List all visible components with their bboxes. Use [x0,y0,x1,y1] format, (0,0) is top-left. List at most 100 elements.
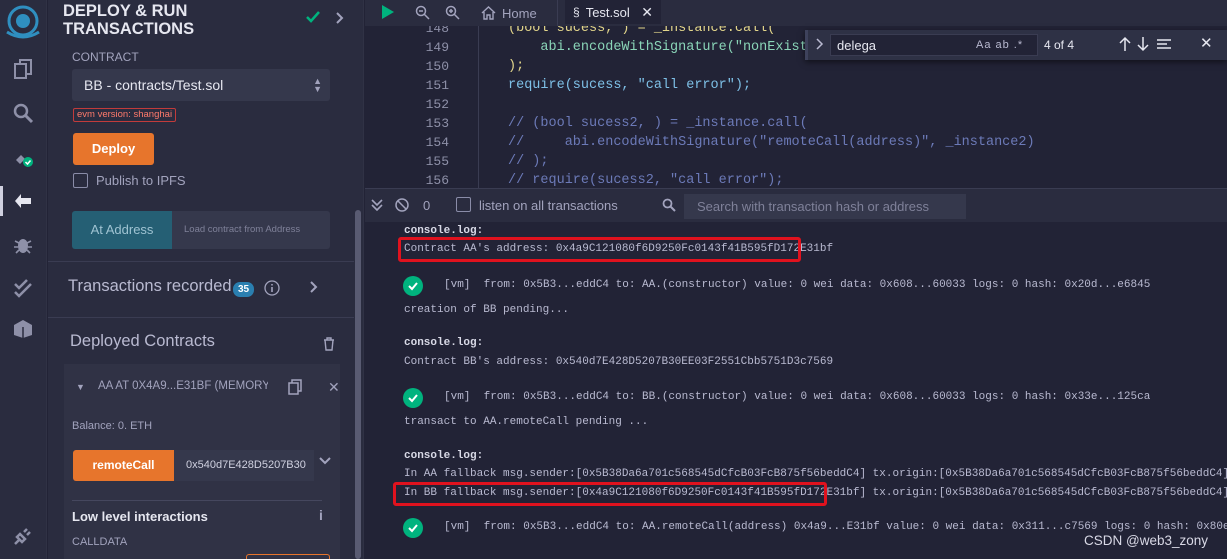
calldata-label: CALLDATA [72,536,128,548]
close-tab-icon[interactable]: ✕ [641,4,653,21]
find-widget: delega Aa ab .* 4 of 4 ✕ [805,30,1227,60]
settings-plug-icon[interactable] [8,521,38,551]
console-log-line: In AA fallback msg.sender:[0x5B38Da6a701… [404,468,1227,480]
pending-line: transact to AA.remoteCall pending ... [404,416,649,428]
transactions-count-badge: 35 [233,282,255,297]
line-number: 149 [425,40,449,55]
code-line: // abi.encodeWithSignature("remoteCall(a… [508,135,1035,150]
plugin-manager-icon[interactable] [8,313,38,343]
deploy-run-icon[interactable] [8,186,38,216]
highlight-box [398,237,801,262]
remote-call-input[interactable]: 0x540d7E428D5207B30 [174,450,314,481]
arrow-down-icon[interactable] [1136,36,1150,52]
remix-ide: DEPLOY & RUN TRANSACTIONS CONTRACT BB - … [0,0,1227,559]
evm-version-badge: evm version: shanghai [73,108,177,122]
code-line: (bool sucess, ) = _instance.call( [508,26,776,36]
find-in-selection-icon[interactable] [1156,38,1172,50]
debugger-icon[interactable] [8,229,38,259]
transact-button[interactable] [246,554,330,559]
collapse-icon[interactable] [371,199,383,211]
console-log-heading: console.log: [404,225,484,237]
copy-icon[interactable] [288,379,302,395]
success-icon [403,276,423,296]
tx-summary[interactable]: [vm] from: 0x5B3...eddC4 to: AA.(constru… [444,279,1150,291]
pending-line: creation of BB pending... [404,304,570,316]
tab-home[interactable]: Home [473,0,558,26]
contract-select-value: BB - contracts/Test.sol [84,77,224,93]
publish-ipfs-checkbox[interactable] [73,173,88,188]
line-number: 155 [425,154,449,169]
solidity-compiler-icon[interactable] [8,142,38,172]
chevron-down-icon[interactable]: ▼ [76,382,85,392]
remote-call-button[interactable]: remoteCall [73,450,174,481]
solidity-file-icon: § [573,5,580,19]
close-icon[interactable]: ✕ [328,379,340,396]
info-icon[interactable]: i [319,507,323,523]
contract-label: CONTRACT [72,50,139,64]
line-number: 154 [425,135,449,150]
terminal-search-input[interactable]: Search with transaction hash or address [684,194,966,219]
instance-name[interactable]: AA AT 0X4A9...E31BF (MEMORY) [98,380,268,392]
terminal-toolbar: 0 listen on all transactions Search with… [365,188,1227,222]
divider [48,317,354,318]
line-number: 156 [425,173,449,188]
success-icon [403,388,423,408]
tx-summary[interactable]: [vm] from: 0x5B3...eddC4 to: AA.remoteCa… [444,521,1227,533]
testing-icon[interactable] [8,273,38,303]
line-number: 153 [425,116,449,131]
code-line: // (bool sucess2, ) = _instance.call( [508,116,808,131]
chevron-right-icon[interactable] [310,281,318,293]
contract-select[interactable]: BB - contracts/Test.sol ▲ ▼ [72,69,330,101]
chevron-right-icon[interactable] [816,38,824,50]
clear-console-icon[interactable] [395,198,409,212]
balance-text: Balance: 0. ETH [72,420,153,432]
panel-title: DEPLOY & RUN TRANSACTIONS [63,2,195,38]
code-line: require(sucess, "call error"); [508,78,752,93]
editor-tabbar: Home § Test.sol ✕ [365,0,1227,26]
code-line: // require(sucess2, "call error"); [508,173,784,188]
file-explorer-icon[interactable] [8,54,38,84]
tab-test-sol[interactable]: § Test.sol ✕ [565,0,661,26]
deployed-contracts-title: Deployed Contracts [70,332,215,350]
find-options[interactable]: Aa ab .* [976,34,1023,56]
deploy-run-panel: DEPLOY & RUN TRANSACTIONS CONTRACT BB - … [48,0,364,559]
close-icon[interactable]: ✕ [1200,34,1213,52]
code-line: // ); [508,154,549,169]
zoom-in-icon[interactable] [445,5,460,20]
at-address-button[interactable]: At Address [72,211,172,249]
remix-logo-icon[interactable] [3,2,43,40]
transactions-recorded-title[interactable]: Transactions recorded [68,277,232,296]
chevron-down-icon[interactable] [319,457,331,465]
console-log-heading: console.log: [404,337,484,349]
trash-icon[interactable] [323,337,335,351]
zoom-out-icon[interactable] [415,5,430,20]
at-address-input[interactable]: Load contract from Address [172,211,330,249]
chevron-right-icon[interactable] [336,12,344,24]
line-number: 150 [425,59,449,74]
tab-home-label: Home [502,5,537,21]
home-icon [481,6,496,20]
arrow-up-icon[interactable] [1118,36,1132,52]
deploy-button[interactable]: Deploy [73,133,154,165]
line-number: 151 [425,78,449,93]
terminal: 0 listen on all transactions Search with… [365,188,1227,559]
console-log-segment: tx.origin:[0x5B38Da6a701c568545dCfcB03Fc… [866,487,1227,499]
console-log-heading: console.log: [404,450,484,462]
info-icon[interactable] [264,280,280,296]
check-icon [306,11,320,23]
panel-scrollbar[interactable] [355,210,361,559]
tx-summary[interactable]: [vm] from: 0x5B3...eddC4 to: BB.(constru… [444,391,1150,403]
low-level-title: Low level interactions [72,509,208,524]
watermark: CSDN @web3_zony [1084,533,1209,548]
find-match-count: 4 of 4 [1044,38,1075,52]
icon-rail [0,0,47,559]
search-icon[interactable] [8,98,38,128]
code-line: ); [508,59,525,74]
listen-all-checkbox[interactable] [456,197,471,212]
publish-ipfs-label: Publish to IPFS [96,173,186,188]
divider [72,500,322,501]
console-log-line: Contract BB's address: 0x540d7E428D5207B… [404,356,834,368]
run-script-icon[interactable] [379,4,395,20]
line-number: 152 [425,97,449,112]
line-number: 148 [425,26,449,36]
